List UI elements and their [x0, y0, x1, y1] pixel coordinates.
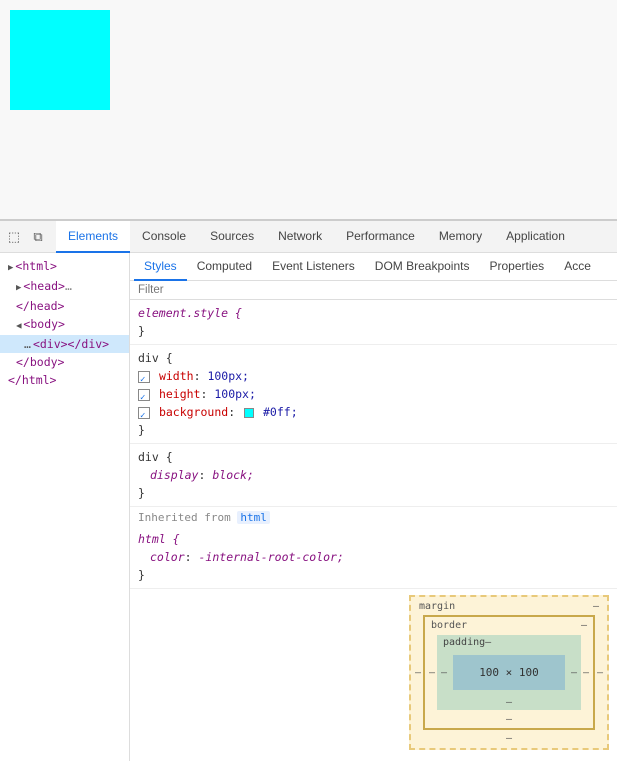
- height-checkbox[interactable]: [138, 389, 150, 401]
- div-prop-background[interactable]: background: #0ff;: [138, 403, 609, 421]
- div-display-block: div { display: block; }: [130, 444, 617, 507]
- div-display-selector: div {: [138, 448, 609, 466]
- html-selector: html {: [138, 530, 609, 548]
- tab-memory[interactable]: Memory: [427, 221, 494, 253]
- element-style-close: }: [138, 322, 609, 340]
- div-rules-block: div { width: 100px; height: 100px;: [130, 345, 617, 444]
- dom-head-close[interactable]: </head>: [0, 297, 129, 315]
- right-panel: Styles Computed Event Listeners DOM Brea…: [130, 253, 617, 761]
- div-close: }: [138, 421, 609, 439]
- dom-html-close[interactable]: </html>: [0, 371, 129, 389]
- background-checkbox[interactable]: [138, 407, 150, 419]
- triangle-body: ▼: [11, 323, 27, 328]
- inspect-icon[interactable]: ⧉: [28, 227, 48, 247]
- content-box: 100 × 100: [453, 655, 565, 690]
- padding-dash-left: –: [441, 667, 447, 678]
- subtab-computed[interactable]: Computed: [187, 253, 262, 281]
- padding-dash-right: –: [571, 667, 577, 678]
- padding-dash-bottom: –: [506, 697, 512, 708]
- div-prop-height[interactable]: height: 100px;: [138, 385, 609, 403]
- margin-dash-bottom: –: [506, 733, 512, 744]
- border-label: border: [431, 620, 467, 631]
- devtools-panel: ⬚ ⧉ Elements Console Sources Network Per…: [0, 220, 617, 761]
- content-dimensions: 100 × 100: [479, 666, 539, 679]
- margin-label: margin: [419, 601, 455, 612]
- subtab-dom-breakpoints[interactable]: DOM Breakpoints: [365, 253, 480, 281]
- margin-dash-top-right: –: [593, 601, 599, 612]
- triangle-html: ▶: [8, 260, 13, 276]
- html-color-prop[interactable]: color: -internal-root-color;: [138, 548, 609, 566]
- dom-body[interactable]: ▼<body>: [0, 315, 129, 335]
- subtab-properties[interactable]: Properties: [479, 253, 554, 281]
- cursor-icon[interactable]: ⬚: [4, 227, 24, 247]
- subtab-acce[interactable]: Acce: [554, 253, 601, 281]
- tab-elements[interactable]: Elements: [56, 221, 130, 253]
- inherited-tag: html: [237, 511, 270, 524]
- tab-icons: ⬚ ⧉: [4, 227, 48, 247]
- margin-dash-left: –: [415, 667, 421, 678]
- tab-application[interactable]: Application: [494, 221, 577, 253]
- main-tabs-row: ⬚ ⧉ Elements Console Sources Network Per…: [0, 221, 617, 253]
- dom-body-close[interactable]: </body>: [0, 353, 129, 371]
- dom-head[interactable]: ▶<head>…: [0, 277, 129, 297]
- margin-dash-right: –: [597, 667, 603, 678]
- border-dash-right: –: [583, 667, 589, 678]
- border-dash: –: [581, 620, 587, 631]
- dom-html[interactable]: ▶<html>: [0, 257, 129, 277]
- padding-box: padding– – – – 100 × 100: [437, 635, 581, 710]
- html-close: }: [138, 566, 609, 584]
- div-prop-width[interactable]: width: 100px;: [138, 367, 609, 385]
- inherited-label: Inherited from html: [130, 507, 617, 526]
- padding-label: padding–: [443, 637, 491, 648]
- div-display-prop[interactable]: display: block;: [138, 466, 609, 484]
- tab-performance[interactable]: Performance: [334, 221, 427, 253]
- html-rule-block: html { color: -internal-root-color; }: [130, 526, 617, 589]
- border-box: border – – – – padding– – – –: [423, 615, 595, 730]
- filter-input[interactable]: [138, 284, 609, 296]
- tab-network[interactable]: Network: [266, 221, 334, 253]
- element-style-selector: element.style {: [138, 304, 609, 322]
- tab-console[interactable]: Console: [130, 221, 198, 253]
- border-dash-left: –: [429, 667, 435, 678]
- dom-div[interactable]: …<div></div>: [0, 335, 129, 353]
- element-style-block: element.style { }: [130, 300, 617, 345]
- tab-sources[interactable]: Sources: [198, 221, 266, 253]
- div-display-close: }: [138, 484, 609, 502]
- border-dash-bottom: –: [506, 714, 512, 725]
- box-model: margin – – – – border – – – –: [409, 595, 609, 750]
- content-area: ▶<html> ▶<head>… </head> ▼<body> …<div><…: [0, 253, 617, 761]
- triangle-head: ▶: [16, 280, 21, 296]
- subtab-event-listeners[interactable]: Event Listeners: [262, 253, 365, 281]
- subtab-styles[interactable]: Styles: [134, 253, 187, 281]
- color-swatch[interactable]: [244, 408, 254, 418]
- preview-cyan-box: [10, 10, 110, 110]
- box-model-area: margin – – – – border – – – –: [130, 589, 617, 758]
- dom-panel: ▶<html> ▶<head>… </head> ▼<body> …<div><…: [0, 253, 130, 761]
- styles-panel: element.style { } div { width: 10: [130, 281, 617, 761]
- div-selector: div {: [138, 349, 609, 367]
- preview-area: [0, 0, 617, 220]
- sub-tabs-row: Styles Computed Event Listeners DOM Brea…: [130, 253, 617, 281]
- width-checkbox[interactable]: [138, 371, 150, 383]
- filter-bar: [130, 281, 617, 300]
